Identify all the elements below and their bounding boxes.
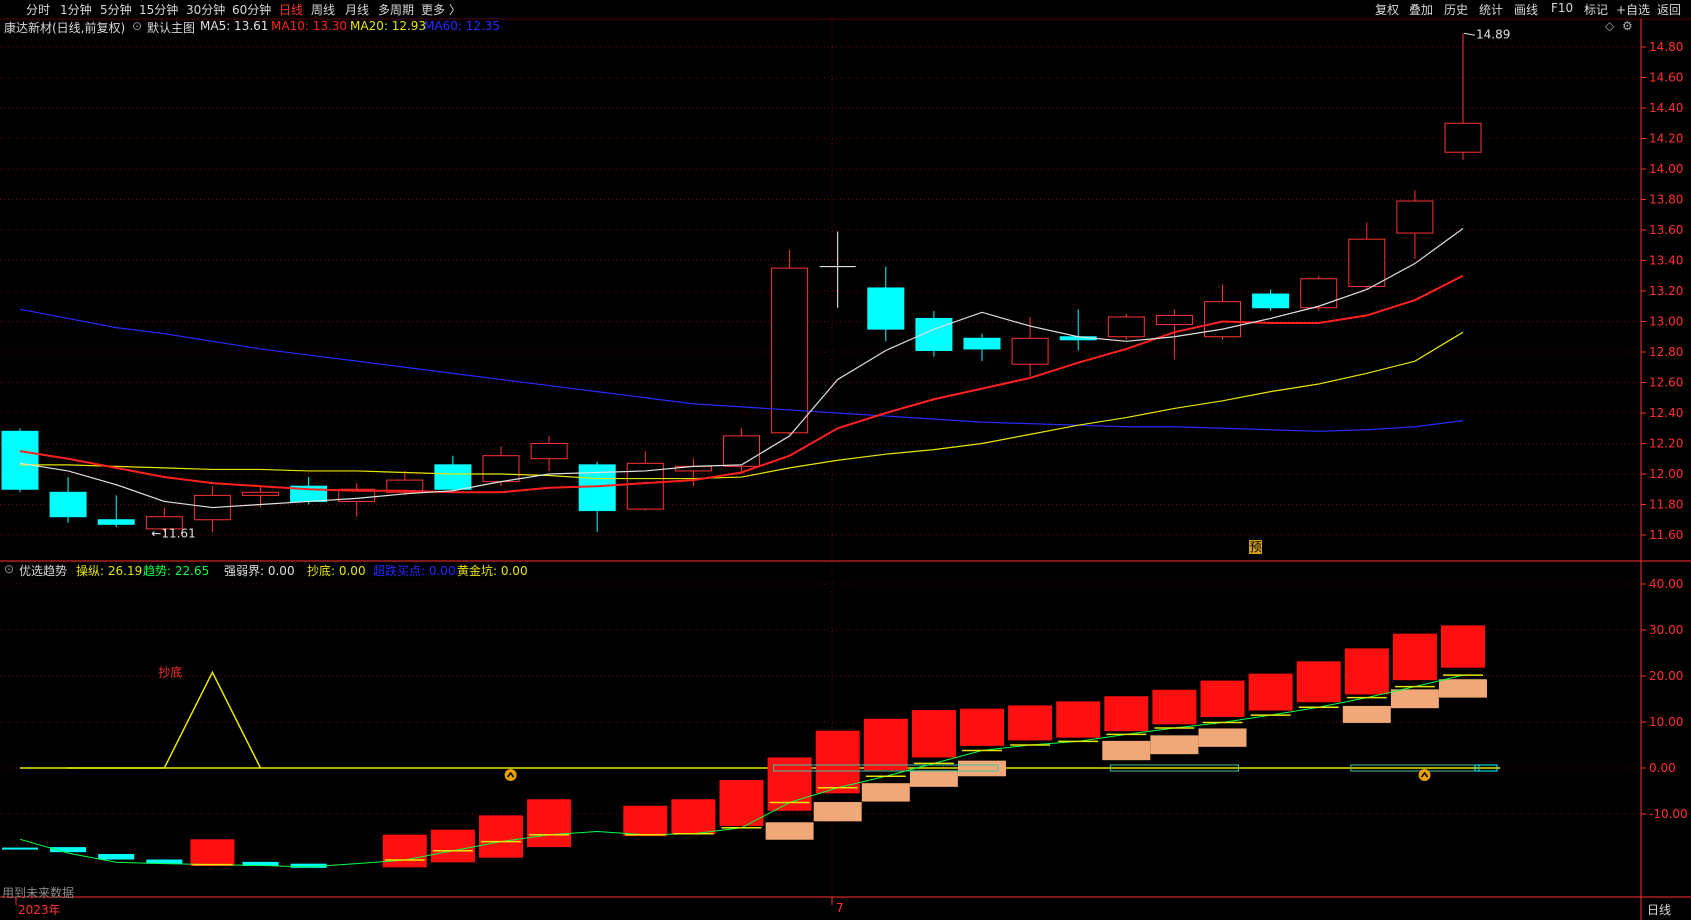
candle-body (1348, 238, 1386, 287)
candle-body (1252, 293, 1290, 309)
trend-box-red (1392, 633, 1437, 681)
trend-box-orange (1390, 689, 1439, 709)
y-tick-label: -10.00 (1649, 807, 1688, 821)
trend-box-red (719, 779, 764, 826)
candle-body (723, 435, 760, 467)
y-tick-label: 0.00 (1649, 761, 1676, 775)
trend-bar-cyan (98, 854, 135, 860)
chaodi-label: 抄底 (158, 664, 182, 679)
trend-box-orange (1102, 740, 1151, 761)
y-tick-label: 11.80 (1649, 498, 1683, 512)
trend-box-red (623, 805, 668, 837)
trend-box-red (382, 834, 427, 868)
trend-box-red (479, 815, 523, 858)
buy-marker-icon (1418, 769, 1431, 781)
trend-box-orange (765, 822, 814, 840)
trend-box-red (671, 799, 716, 835)
year-label: 2023年 (18, 903, 61, 917)
trend-box-red (1152, 689, 1197, 725)
low-price-annotation: ←11.61 (151, 526, 195, 540)
buy-marker-icon (504, 769, 517, 781)
trend-box-orange (1342, 705, 1391, 723)
y-tick-label: 14.80 (1649, 40, 1683, 54)
high-price-annotation: 14.89 (1476, 27, 1510, 41)
y-tick-label: 14.20 (1649, 132, 1683, 146)
y-tick-label: 14.60 (1649, 71, 1683, 85)
candle-body (1011, 337, 1049, 365)
chart-canvas[interactable]: 14.80 14.60 14.40 14.20 14.00 13.80 13.60 13.40… (0, 0, 1691, 920)
trend-box-orange (813, 802, 862, 822)
candle-body (771, 267, 809, 434)
y-tick-label: 14.00 (1649, 162, 1683, 176)
candle-body (1155, 314, 1193, 326)
y-tick-label: 11.60 (1649, 528, 1683, 542)
trend-box-red (1200, 680, 1245, 717)
y-tick-label: 20.00 (1649, 669, 1683, 683)
candle-body (434, 464, 472, 490)
y-tick-label: 12.40 (1649, 406, 1683, 420)
candle-body (482, 455, 520, 483)
trend-box-red (1104, 696, 1149, 732)
trend-box-red (960, 708, 1004, 746)
period-label[interactable]: 日线 (1647, 901, 1671, 918)
trend-box-orange (861, 783, 910, 802)
trend-box-orange (958, 760, 1006, 777)
y-tick-label: 12.60 (1649, 376, 1683, 390)
y-tick-label: 12.80 (1649, 345, 1683, 359)
y-tick-label: 13.60 (1649, 223, 1683, 237)
y-tick-label: 40.00 (1649, 577, 1683, 591)
candle-body (1396, 200, 1434, 234)
candle-body (49, 491, 87, 518)
y-tick-label: 30.00 (1649, 623, 1683, 637)
trend-box-red (1248, 673, 1293, 711)
trend-box-red (527, 799, 572, 848)
y-tick-label: 13.20 (1649, 284, 1683, 298)
trend-box-red (1296, 661, 1341, 703)
trend-box-red (1441, 625, 1485, 668)
trend-box-red (863, 718, 908, 771)
trend-box-red (911, 710, 956, 758)
trend-box-orange (909, 770, 958, 787)
chaodi-line (68, 670, 262, 769)
forecast-badge-label: 预 (1249, 540, 1261, 554)
y-tick-label: 12.00 (1649, 467, 1683, 481)
high-price-pointer (1463, 32, 1476, 36)
candle-body (530, 443, 568, 460)
trend-box-orange (1439, 679, 1487, 698)
month-label: 7 (836, 901, 844, 915)
candle-body (1444, 122, 1482, 153)
y-tick-label: 13.00 (1649, 315, 1683, 329)
trend-line-green (19, 674, 1464, 868)
trend-box-orange (1150, 735, 1199, 755)
candle-body (97, 519, 135, 525)
candle-body (867, 287, 905, 330)
trend-box-red (1008, 705, 1053, 741)
y-tick-label: 13.40 (1649, 254, 1683, 268)
trend-box-red (1056, 701, 1101, 738)
y-tick-label: 10.00 (1649, 715, 1683, 729)
candle-body (1107, 316, 1145, 338)
time-axis: 2023年 7 日线 (0, 898, 1691, 920)
trend-box-red (190, 839, 235, 866)
candle-body (1300, 278, 1338, 309)
candle-body (242, 491, 279, 496)
candle-body (1, 430, 39, 490)
candle-body (963, 337, 1001, 350)
trend-box-orange (1198, 728, 1247, 747)
y-tick-label: 14.40 (1649, 101, 1683, 115)
trend-box-red (1344, 648, 1389, 695)
y-tick-label: 12.20 (1649, 437, 1683, 451)
trend-bar-cyan (2, 847, 38, 850)
trend-box-red (430, 829, 475, 863)
y-tick-label: 13.80 (1649, 193, 1683, 207)
